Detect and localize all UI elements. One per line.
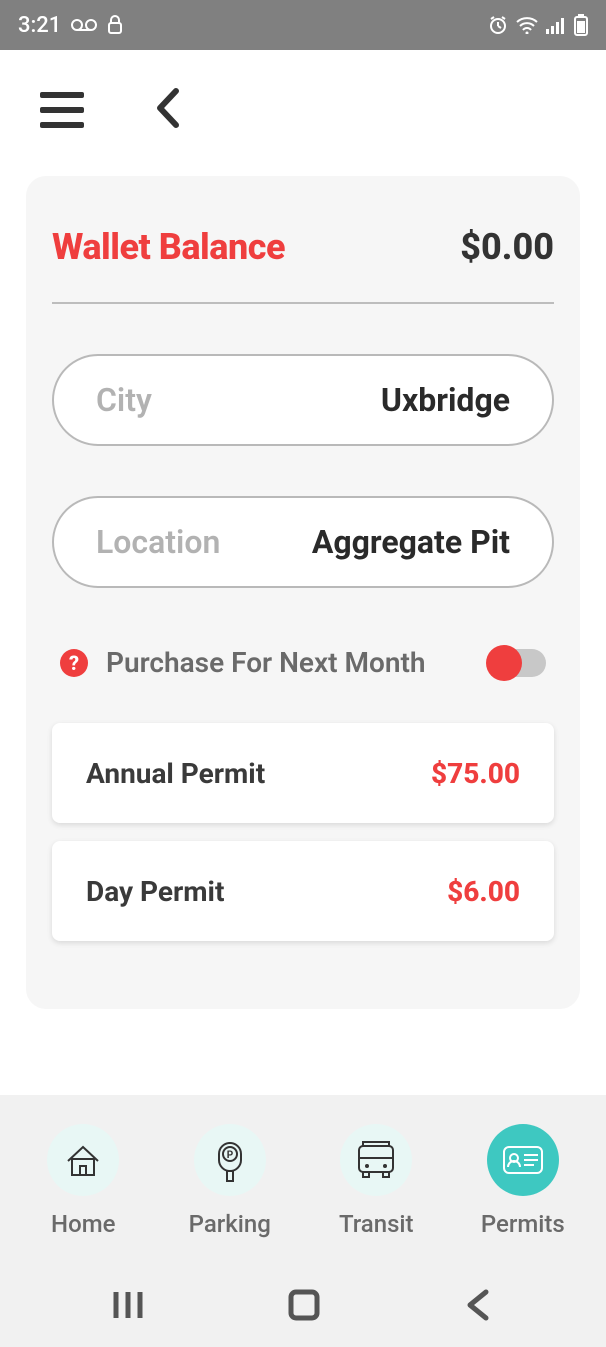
help-icon[interactable]: ? <box>60 649 88 677</box>
wallet-card: Wallet Balance $0.00 City Uxbridge Locat… <box>26 176 580 1009</box>
location-value: Aggregate Pit <box>312 523 510 561</box>
wallet-balance-amount: $0.00 <box>460 226 554 268</box>
voicemail-icon <box>71 18 97 32</box>
home-icon <box>47 1124 119 1196</box>
permit-price: $75.00 <box>431 757 520 790</box>
wallet-balance-row: Wallet Balance $0.00 <box>52 226 554 302</box>
city-value: Uxbridge <box>381 381 510 419</box>
menu-icon[interactable] <box>40 92 84 128</box>
permit-name: Annual Permit <box>86 757 265 790</box>
back-button[interactable] <box>154 87 182 133</box>
app-header <box>0 50 606 170</box>
tab-bar: Home P Parking Transit Permits <box>0 1095 606 1267</box>
system-nav <box>0 1267 606 1347</box>
battery-icon <box>574 14 588 36</box>
wifi-icon <box>516 16 538 34</box>
permit-card-icon <box>487 1124 559 1196</box>
tab-parking[interactable]: P Parking <box>165 1124 295 1238</box>
permit-price: $6.00 <box>447 875 520 908</box>
city-selector[interactable]: City Uxbridge <box>52 354 554 446</box>
tab-permits[interactable]: Permits <box>458 1124 588 1238</box>
home-button[interactable] <box>287 1288 321 1326</box>
status-right <box>488 14 588 36</box>
tab-parking-label: Parking <box>189 1210 271 1238</box>
wallet-balance-title: Wallet Balance <box>52 226 285 268</box>
divider <box>52 302 554 304</box>
tab-transit[interactable]: Transit <box>311 1124 441 1238</box>
status-bar: 3:21 <box>0 0 606 50</box>
city-label: City <box>96 381 152 419</box>
next-month-row: ? Purchase For Next Month <box>52 638 554 723</box>
parking-meter-icon: P <box>194 1124 266 1196</box>
tab-permits-label: Permits <box>481 1210 565 1238</box>
location-selector[interactable]: Location Aggregate Pit <box>52 496 554 588</box>
permit-annual[interactable]: Annual Permit $75.00 <box>52 723 554 823</box>
tab-transit-label: Transit <box>339 1210 414 1238</box>
status-time: 3:21 <box>18 13 61 38</box>
tab-home[interactable]: Home <box>18 1124 148 1238</box>
permit-day[interactable]: Day Permit $6.00 <box>52 841 554 941</box>
recents-button[interactable] <box>110 1288 146 1326</box>
next-month-label: Purchase For Next Month <box>106 646 490 679</box>
signal-icon <box>546 16 566 34</box>
permit-name: Day Permit <box>86 875 224 908</box>
toggle-knob <box>486 645 522 681</box>
location-label: Location <box>96 523 220 561</box>
status-left: 3:21 <box>18 13 123 38</box>
lock-icon <box>107 15 123 35</box>
bus-icon <box>340 1124 412 1196</box>
svg-text:P: P <box>227 1150 234 1161</box>
tab-home-label: Home <box>51 1210 115 1238</box>
next-month-toggle[interactable] <box>490 649 546 677</box>
back-button-system[interactable] <box>462 1288 496 1326</box>
alarm-icon <box>488 15 508 35</box>
